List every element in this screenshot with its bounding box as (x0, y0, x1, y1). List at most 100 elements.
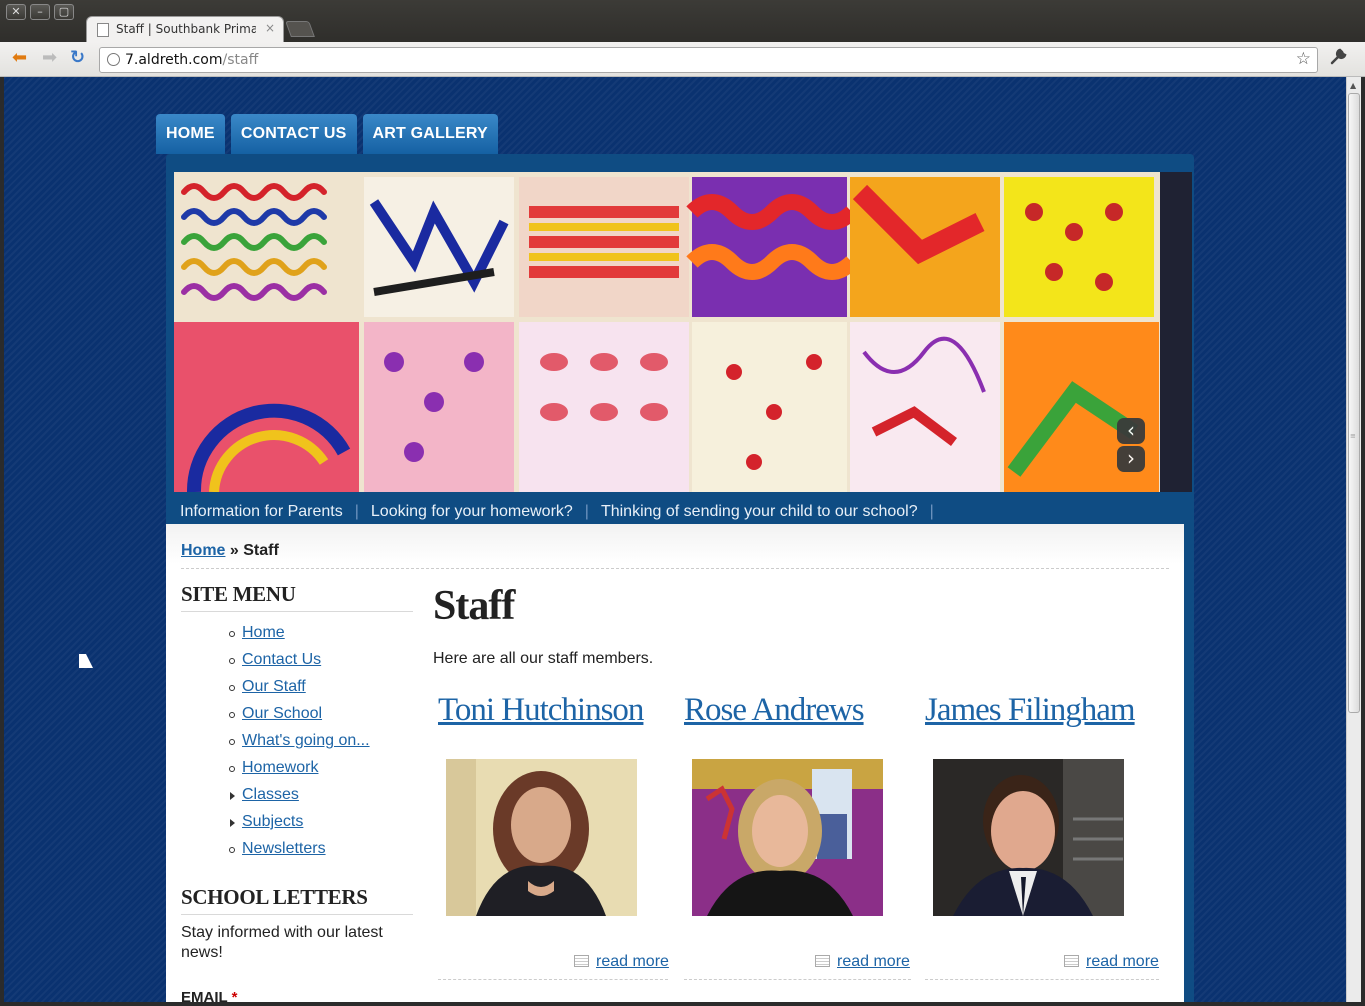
site-menu-link-home[interactable]: Home (242, 624, 285, 641)
read-more-link-container: read more (815, 953, 910, 971)
site-menu-heading: SITE MENU (181, 582, 413, 612)
new-tab-button[interactable] (285, 21, 315, 37)
staff-name-link[interactable]: Toni Hutchinson (438, 692, 644, 728)
read-more-link-container: read more (1064, 953, 1159, 971)
site-menu-item-whats-going-on: What's going on... (181, 732, 413, 759)
mouse-cursor (79, 654, 93, 668)
browser-toolbar: ⬅ ➡ ↻ 7.aldreth.com/staff ☆ (0, 42, 1365, 77)
subnav-separator: | (354, 503, 359, 520)
read-more-link-container: read more (574, 953, 669, 971)
scrollbar-thumb[interactable] (1348, 93, 1360, 713)
staff-card: Toni Hutchinson (438, 692, 678, 729)
bullet-icon (229, 685, 235, 691)
sidebar: SITE MENU Home Contact Us Our Staff Our … (181, 582, 413, 1002)
site-menu-link-our-staff[interactable]: Our Staff (242, 678, 306, 695)
tab-close-icon[interactable]: × (265, 21, 275, 35)
staff-photo-image (933, 759, 1124, 916)
site-menu-link-homework[interactable]: Homework (242, 759, 318, 776)
art-slideshow (174, 172, 1192, 492)
site-menu-item-our-staff: Our Staff (181, 678, 413, 705)
staff-photo-image (446, 759, 637, 916)
url-host: 7.aldreth.com (125, 52, 223, 68)
subnav-separator: | (584, 503, 589, 520)
subnav-information-for-parents[interactable]: Information for Parents (180, 503, 343, 521)
expand-arrow-icon[interactable] (230, 819, 235, 827)
site-menu-link-contact-us[interactable]: Contact Us (242, 651, 321, 668)
subnav-separator: | (929, 503, 934, 520)
bullet-icon (229, 847, 235, 853)
site-menu: Home Contact Us Our Staff Our School Wha… (181, 624, 413, 867)
browser-tab-staff[interactable]: Staff | Southbank Primary × (86, 16, 284, 43)
site-menu-link-classes[interactable]: Classes (242, 786, 299, 803)
globe-icon (107, 53, 120, 66)
site-menu-item-homework: Homework (181, 759, 413, 786)
document-icon (1064, 955, 1079, 967)
breadcrumb-current: Staff (243, 542, 279, 559)
site-menu-link-subjects[interactable]: Subjects (242, 813, 303, 830)
forward-arrow-icon[interactable]: ➡ (42, 48, 57, 68)
staff-divider (925, 979, 1159, 980)
read-more-link[interactable]: read more (837, 953, 910, 970)
email-field-label: EMAIL * (181, 989, 413, 1002)
slideshow-edge (1160, 172, 1192, 492)
staff-name-link[interactable]: Rose Andrews (684, 692, 865, 728)
document-icon (815, 955, 830, 967)
staff-photo[interactable] (933, 759, 1124, 916)
vertical-scrollbar[interactable]: ▲ ≡ (1346, 77, 1361, 1002)
page-viewport: HOME CONTACT US ART GALLERY ‹ › Informat… (4, 77, 1346, 1002)
reload-icon[interactable]: ↻ (70, 48, 85, 68)
staff-photo[interactable] (446, 759, 637, 916)
url-text[interactable]: 7.aldreth.com/staff (125, 52, 258, 68)
subnav-sending-your-child[interactable]: Thinking of sending your child to our sc… (601, 503, 918, 521)
back-arrow-icon[interactable]: ⬅ (12, 48, 27, 68)
staff-photo-image (692, 759, 883, 916)
site-menu-item-our-school: Our School (181, 705, 413, 732)
window-titlebar: ✕ – ▢ Staff | Southbank Primary × (0, 0, 1365, 43)
email-label-text: EMAIL (181, 989, 228, 1002)
nav-art-gallery[interactable]: ART GALLERY (362, 114, 498, 154)
breadcrumb-divider (181, 568, 1169, 569)
slideshow-next-button[interactable]: › (1117, 446, 1145, 472)
expand-arrow-icon[interactable] (230, 792, 235, 800)
close-window-button[interactable]: ✕ (6, 4, 26, 20)
page-title: Staff (433, 583, 515, 629)
bullet-icon (229, 658, 235, 664)
school-letters-heading: SCHOOL LETTERS (181, 885, 413, 915)
staff-name-link[interactable]: James Filingham (925, 692, 1136, 728)
children-artwork-image (174, 172, 1192, 492)
main-content-panel: Home » Staff SITE MENU Home Contact Us O… (166, 524, 1184, 1002)
staff-divider (438, 979, 668, 980)
bullet-icon (229, 766, 235, 772)
minimize-window-button[interactable]: – (30, 4, 50, 20)
url-path: /staff (222, 52, 259, 68)
bookmark-star-icon[interactable]: ☆ (1296, 49, 1311, 69)
slideshow-prev-button[interactable]: ‹ (1117, 418, 1145, 444)
required-marker: * (231, 989, 238, 1002)
scroll-up-arrow-icon[interactable]: ▲ (1350, 81, 1356, 90)
site-menu-item-classes: Classes (181, 786, 413, 813)
top-navigation: HOME CONTACT US ART GALLERY (156, 114, 498, 154)
staff-divider (684, 979, 911, 980)
site-menu-link-our-school[interactable]: Our School (242, 705, 322, 722)
site-menu-link-whats-going-on[interactable]: What's going on... (242, 732, 370, 749)
breadcrumb-home-link[interactable]: Home (181, 542, 225, 559)
staff-card: James Filingham (925, 692, 1165, 729)
read-more-link[interactable]: read more (1086, 953, 1159, 970)
subnav-homework[interactable]: Looking for your homework? (371, 503, 573, 521)
site-menu-item-newsletters: Newsletters (181, 840, 413, 867)
bullet-icon (229, 739, 235, 745)
address-bar[interactable]: 7.aldreth.com/staff ☆ (99, 47, 1318, 73)
staff-photo[interactable] (692, 759, 883, 916)
school-letters-text: Stay informed with our latest news! (181, 924, 383, 961)
nav-home[interactable]: HOME (156, 114, 225, 154)
maximize-window-button[interactable]: ▢ (54, 4, 74, 20)
tab-title: Staff | Southbank Primary (116, 22, 256, 36)
wrench-menu-icon[interactable] (1329, 48, 1347, 71)
document-icon (574, 955, 589, 967)
site-menu-item-home: Home (181, 624, 413, 651)
nav-contact-us[interactable]: CONTACT US (230, 114, 357, 154)
site-menu-link-newsletters[interactable]: Newsletters (242, 840, 326, 857)
read-more-link[interactable]: read more (596, 953, 669, 970)
breadcrumb: Home » Staff (181, 542, 279, 560)
bullet-icon (229, 631, 235, 637)
